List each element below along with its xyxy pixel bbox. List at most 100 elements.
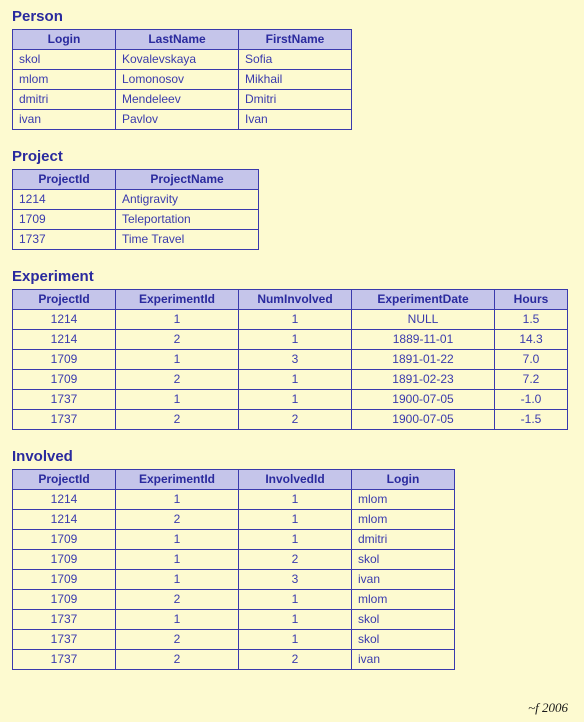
cell: Teleportation (116, 210, 259, 230)
table-row: 121411NULL1.5 (13, 310, 568, 330)
table-row: ivanPavlovIvan (13, 110, 352, 130)
cell: 1 (239, 490, 352, 510)
cell: Sofia (239, 50, 352, 70)
cell: 1737 (13, 230, 116, 250)
cell: 1.5 (495, 310, 568, 330)
table-row: 121421mlom (13, 510, 455, 530)
cell: 1709 (13, 570, 116, 590)
table-row: dmitriMendeleevDmitri (13, 90, 352, 110)
table-row: 1737Time Travel (13, 230, 259, 250)
cell: dmitri (352, 530, 455, 550)
table-row: 1737221900-07-05-1.5 (13, 410, 568, 430)
cell: 7.0 (495, 350, 568, 370)
cell: 2 (116, 410, 239, 430)
col-experimentid: ExperimentId (116, 290, 239, 310)
cell: 1 (239, 310, 352, 330)
involved-table: ProjectId ExperimentId InvolvedId Login … (12, 469, 455, 670)
cell: 1214 (13, 510, 116, 530)
cell: 1900-07-05 (352, 390, 495, 410)
cell: 1737 (13, 650, 116, 670)
cell: 2 (116, 510, 239, 530)
cell: -1.0 (495, 390, 568, 410)
involved-heading: Involved (12, 448, 572, 465)
col-firstname: FirstName (239, 30, 352, 50)
table-row: 173722ivan (13, 650, 455, 670)
experiment-heading: Experiment (12, 268, 572, 285)
project-heading: Project (12, 148, 572, 165)
cell: 1889-11-01 (352, 330, 495, 350)
col-projectname: ProjectName (116, 170, 259, 190)
cell: 1 (116, 350, 239, 370)
cell: Mendeleev (116, 90, 239, 110)
col-hours: Hours (495, 290, 568, 310)
cell: 1214 (13, 330, 116, 350)
cell: mlom (13, 70, 116, 90)
cell: 1 (116, 530, 239, 550)
cell: 1891-02-23 (352, 370, 495, 390)
col-involvedid: InvolvedId (239, 470, 352, 490)
cell: NULL (352, 310, 495, 330)
cell: 1 (116, 550, 239, 570)
cell: 1709 (13, 210, 116, 230)
table-row: 1709Teleportation (13, 210, 259, 230)
cell: 1 (239, 330, 352, 350)
cell: Antigravity (116, 190, 259, 210)
cell: ivan (352, 650, 455, 670)
cell: 1737 (13, 630, 116, 650)
cell: mlom (352, 490, 455, 510)
cell: dmitri (13, 90, 116, 110)
col-projectid: ProjectId (13, 470, 116, 490)
cell: Lomonosov (116, 70, 239, 90)
person-heading: Person (12, 8, 572, 25)
cell: Dmitri (239, 90, 352, 110)
cell: 7.2 (495, 370, 568, 390)
cell: 1709 (13, 590, 116, 610)
col-numinvolved: NumInvolved (239, 290, 352, 310)
cell: 1 (239, 630, 352, 650)
col-projectid: ProjectId (13, 290, 116, 310)
cell: 2 (116, 370, 239, 390)
cell: 3 (239, 350, 352, 370)
table-row: 170921mlom (13, 590, 455, 610)
table-row: 1214211889-11-0114.3 (13, 330, 568, 350)
cell: ivan (352, 570, 455, 590)
cell: 1737 (13, 390, 116, 410)
cell: 14.3 (495, 330, 568, 350)
col-experimentid: ExperimentId (116, 470, 239, 490)
table-row: 1709211891-02-237.2 (13, 370, 568, 390)
cell: Time Travel (116, 230, 259, 250)
cell: ivan (13, 110, 116, 130)
cell: 1 (116, 390, 239, 410)
cell: 1 (116, 610, 239, 630)
cell: Pavlov (116, 110, 239, 130)
cell: 2 (116, 330, 239, 350)
cell: Kovalevskaya (116, 50, 239, 70)
cell: 2 (116, 590, 239, 610)
person-table: Login LastName FirstName skolKovalevskay… (12, 29, 352, 130)
cell: -1.5 (495, 410, 568, 430)
table-row: mlomLomonosovMikhail (13, 70, 352, 90)
cell: 1737 (13, 410, 116, 430)
table-row: 173721skol (13, 630, 455, 650)
cell: 2 (239, 550, 352, 570)
table-row: 1737111900-07-05-1.0 (13, 390, 568, 410)
cell: 1 (116, 570, 239, 590)
cell: 2 (116, 630, 239, 650)
table-row: 121411mlom (13, 490, 455, 510)
table-row: 170911dmitri (13, 530, 455, 550)
cell: 1709 (13, 530, 116, 550)
cell: 1709 (13, 370, 116, 390)
cell: 1900-07-05 (352, 410, 495, 430)
cell: 3 (239, 570, 352, 590)
cell: 1 (116, 490, 239, 510)
experiment-table: ProjectId ExperimentId NumInvolved Exper… (12, 289, 568, 430)
cell: 1 (239, 390, 352, 410)
cell: 2 (239, 410, 352, 430)
cell: 1214 (13, 310, 116, 330)
cell: skol (352, 610, 455, 630)
cell: 1 (239, 510, 352, 530)
cell: mlom (352, 590, 455, 610)
cell: 2 (116, 650, 239, 670)
cell: 1214 (13, 490, 116, 510)
cell: 1709 (13, 350, 116, 370)
